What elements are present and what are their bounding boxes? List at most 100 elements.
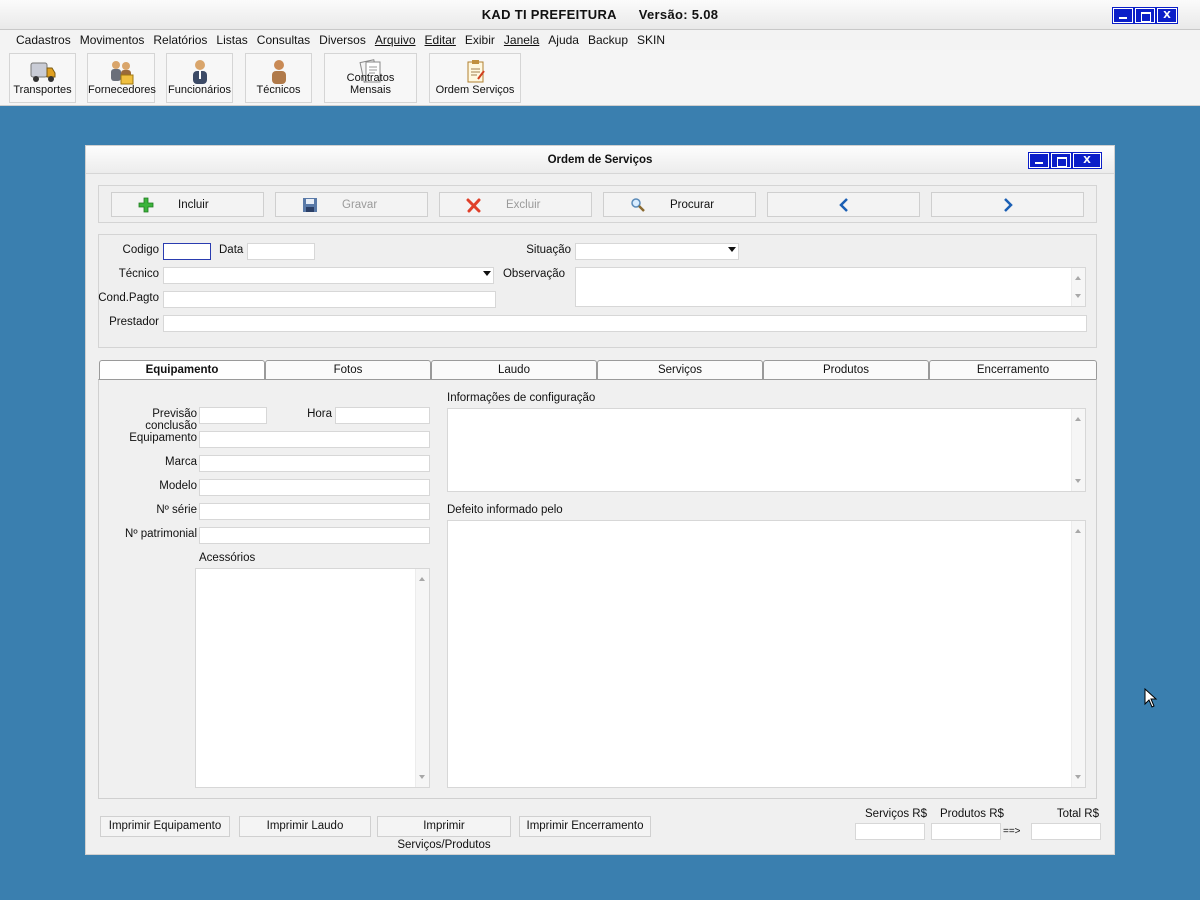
observacao-textarea[interactable] [575, 267, 1086, 307]
toolbar-ordem-servicos-button[interactable]: Ordem Serviços [429, 53, 521, 103]
cond-pagto-field[interactable] [163, 291, 496, 308]
scroll-up-icon[interactable] [1075, 529, 1081, 533]
technician-icon [271, 60, 286, 84]
menu-bar: Cadastros Movimentos Relatórios Listas C… [0, 30, 1200, 50]
previsao-field[interactable] [199, 407, 267, 424]
toolbar-transportes-button[interactable]: Transportes [9, 53, 76, 103]
imprimir-laudo-button[interactable]: Imprimir Laudo [239, 816, 371, 837]
minimize-icon[interactable] [1028, 152, 1050, 169]
situacao-label: Situação [526, 244, 571, 256]
menu-exibir[interactable]: Exibir [465, 33, 495, 47]
form-titlebar: Ordem de Serviços X [86, 146, 1114, 174]
menu-listas[interactable]: Listas [216, 33, 247, 47]
total-field[interactable] [1031, 823, 1101, 840]
total-label: Total R$ [1056, 808, 1099, 820]
produtos-total-field[interactable] [931, 823, 1001, 840]
close-icon[interactable]: X [1156, 7, 1178, 24]
procurar-button[interactable]: Procurar [603, 192, 756, 217]
menu-editar[interactable]: Editar [425, 33, 456, 47]
tab-fotos[interactable]: Fotos [265, 360, 431, 380]
modelo-field[interactable] [199, 479, 430, 496]
data-field[interactable] [247, 243, 315, 260]
servicos-total-field[interactable] [855, 823, 925, 840]
toolbar: Transportes Fornecedores Funcionários Té… [0, 50, 1200, 106]
app-title: KAD TI PREFEITURA Versão: 5.08 [0, 7, 1200, 22]
scrollbar[interactable] [1071, 521, 1085, 787]
maximize-icon[interactable] [1134, 7, 1156, 24]
toolbar-tecnicos-button[interactable]: Técnicos [245, 53, 312, 103]
prestador-field[interactable] [163, 315, 1087, 332]
equipamento-field[interactable] [199, 431, 430, 448]
tab-produtos[interactable]: Produtos [763, 360, 929, 380]
tab-encerramento[interactable]: Encerramento [929, 360, 1097, 380]
menu-relatorios[interactable]: Relatórios [153, 33, 207, 47]
defeito-textarea[interactable] [447, 520, 1086, 788]
marca-field[interactable] [199, 455, 430, 472]
incluir-label: Incluir [178, 199, 209, 211]
gravar-label: Gravar [342, 199, 378, 211]
tab-servicos[interactable]: Serviços [597, 360, 763, 380]
patrimonial-field[interactable] [199, 527, 430, 544]
situacao-select[interactable] [575, 243, 739, 260]
menu-consultas[interactable]: Consultas [257, 33, 310, 47]
maximize-icon[interactable] [1050, 152, 1072, 169]
toolbar-label: Fornecedores [88, 84, 156, 96]
tab-equipamento[interactable]: Equipamento [99, 360, 265, 381]
scroll-up-icon[interactable] [1075, 417, 1081, 421]
app-version: Versão: 5.08 [638, 7, 719, 22]
mouse-cursor-icon [1144, 688, 1158, 708]
toolbar-fornecedores-button[interactable]: Fornecedores [87, 53, 156, 103]
scroll-down-icon[interactable] [1075, 775, 1081, 779]
truck-icon [30, 62, 55, 82]
tab-laudo[interactable]: Laudo [431, 360, 597, 380]
app-window-controls: X [1112, 7, 1178, 24]
minimize-icon[interactable] [1112, 7, 1134, 24]
menu-backup[interactable]: Backup [588, 33, 628, 47]
next-record-button[interactable] [931, 192, 1084, 217]
scroll-down-icon[interactable] [1075, 294, 1081, 298]
acessorios-textarea[interactable] [195, 568, 430, 788]
codigo-label: Codigo [122, 244, 159, 256]
chevron-left-icon [839, 198, 848, 212]
plus-icon [138, 197, 154, 213]
previous-record-button[interactable] [767, 192, 920, 217]
service-order-form: Ordem de Serviços X Incluir Gravar Exclu… [85, 145, 1115, 855]
scrollbar[interactable] [415, 569, 429, 787]
menu-movimentos[interactable]: Movimentos [80, 33, 145, 47]
scroll-down-icon[interactable] [1075, 479, 1081, 483]
tecnico-select[interactable] [163, 267, 494, 284]
excluir-button[interactable]: Excluir [439, 192, 592, 217]
scroll-up-icon[interactable] [419, 577, 425, 581]
employee-icon [192, 60, 207, 84]
menu-arquivo[interactable]: Arquivo [375, 33, 416, 47]
data-label: Data [219, 244, 244, 256]
chevron-down-icon [728, 247, 736, 252]
imprimir-servicos-produtos-button[interactable]: Imprimir Serviços/Produtos [377, 816, 511, 851]
close-icon[interactable]: X [1072, 152, 1102, 169]
hora-field[interactable] [335, 407, 430, 424]
scroll-down-icon[interactable] [419, 775, 425, 779]
serie-field[interactable] [199, 503, 430, 520]
incluir-button[interactable]: Incluir [111, 192, 264, 217]
menu-janela[interactable]: Janela [504, 33, 539, 47]
config-textarea[interactable] [447, 408, 1086, 492]
imprimir-equipamento-button[interactable]: Imprimir Equipamento [100, 816, 230, 837]
tecnico-label: Técnico [118, 268, 159, 280]
menu-diversos[interactable]: Diversos [319, 33, 366, 47]
equipamento-label: Equipamento [129, 432, 197, 444]
service-order-icon [467, 60, 485, 83]
toolbar-funcionarios-button[interactable]: Funcionários [166, 53, 233, 103]
form-window-controls: X [1028, 152, 1102, 169]
imprimir-encerramento-button[interactable]: Imprimir Encerramento [519, 816, 651, 837]
menu-cadastros[interactable]: Cadastros [16, 33, 71, 47]
gravar-button[interactable]: Gravar [275, 192, 428, 217]
toolbar-contratos-button[interactable]: Contratos Mensais [324, 53, 417, 103]
codigo-field[interactable] [163, 243, 211, 260]
modelo-label: Modelo [159, 480, 197, 492]
menu-skin[interactable]: SKIN [637, 33, 665, 47]
scrollbar[interactable] [1071, 268, 1085, 306]
scroll-up-icon[interactable] [1075, 276, 1081, 280]
servicos-total-label: Serviços R$ [865, 808, 927, 820]
search-icon [631, 198, 645, 212]
menu-ajuda[interactable]: Ajuda [548, 33, 579, 47]
